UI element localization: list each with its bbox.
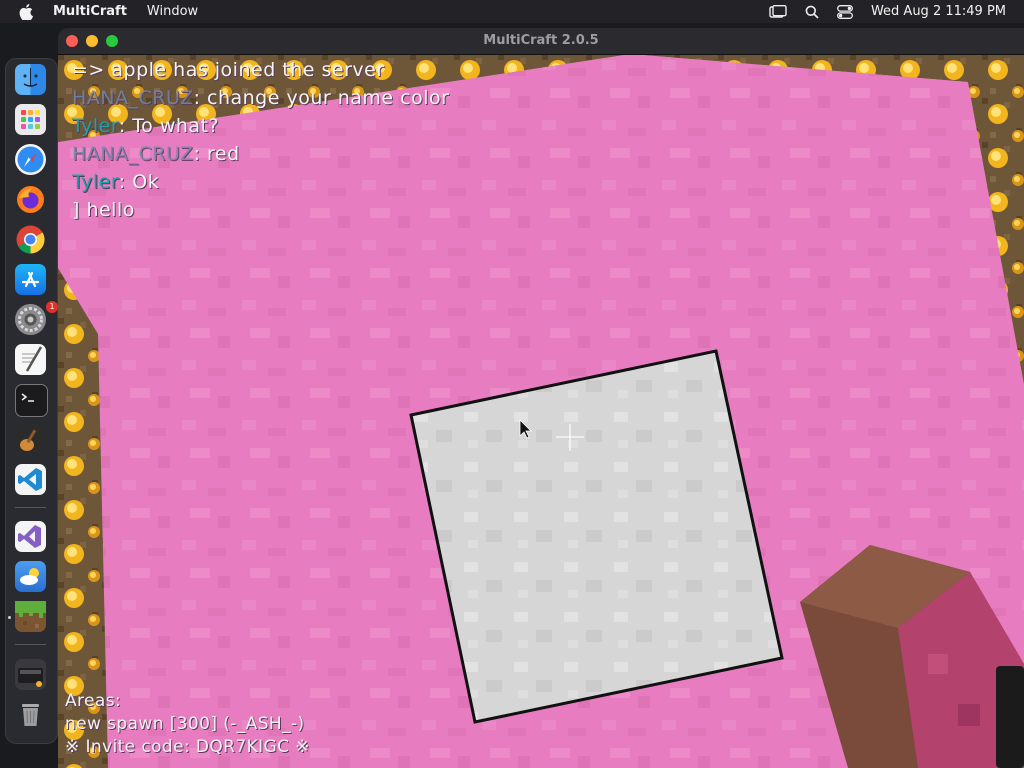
terminal-icon[interactable] bbox=[15, 384, 48, 417]
dock: 1 bbox=[5, 58, 58, 744]
areas-heading: Areas: bbox=[65, 691, 122, 711]
chat-line-text: => apple has joined the server bbox=[72, 59, 385, 81]
chat-line-text: : change your name color bbox=[193, 87, 450, 109]
visual-studio-icon[interactable] bbox=[15, 521, 46, 552]
chat-line: Tyler: To what? bbox=[72, 112, 449, 140]
app-store-icon[interactable] bbox=[15, 264, 46, 295]
chat-line-text: : red bbox=[193, 143, 240, 165]
spotlight-search-icon[interactable] bbox=[805, 5, 819, 19]
screen-mirroring-icon[interactable] bbox=[769, 4, 787, 19]
chat-line-text: ] hello bbox=[72, 199, 135, 221]
finder-icon[interactable] bbox=[15, 64, 46, 95]
chat-log: => apple has joined the server HANA_CRUZ… bbox=[72, 56, 449, 224]
launchpad-icon[interactable] bbox=[15, 104, 46, 135]
vscode-icon[interactable] bbox=[15, 464, 46, 495]
menu-clock[interactable]: Wed Aug 2 11:49 PM bbox=[871, 4, 1006, 19]
white-wool-block[interactable] bbox=[409, 349, 784, 724]
hotbar-edge bbox=[996, 666, 1024, 768]
multicraft-icon[interactable] bbox=[15, 601, 46, 632]
textedit-icon[interactable] bbox=[15, 344, 46, 375]
chat-player-name: HANA_CRUZ bbox=[72, 87, 194, 109]
chat-line-text: : Ok bbox=[118, 171, 160, 193]
menu-bar: MultiCraft Window Wed Aug 2 11:49 PM bbox=[0, 0, 1024, 23]
chat-line: ] hello bbox=[72, 196, 449, 224]
chrome-icon[interactable] bbox=[15, 224, 46, 255]
chat-line-text: : To what? bbox=[118, 115, 220, 137]
chat-player-name: Tyler bbox=[72, 115, 119, 137]
chat-player-name: HANA_CRUZ bbox=[72, 143, 194, 165]
apple-icon[interactable] bbox=[19, 3, 33, 20]
chat-line: => apple has joined the server bbox=[72, 56, 449, 84]
game-viewport[interactable]: => apple has joined the server HANA_CRUZ… bbox=[58, 54, 1024, 768]
invite-code: ※ Invite code: DQR7KIGC ※ bbox=[65, 737, 310, 757]
dock-separator bbox=[15, 644, 46, 645]
window-titlebar[interactable]: MultiCraft 2.0.5 bbox=[58, 28, 1024, 55]
window-title: MultiCraft 2.0.5 bbox=[483, 33, 599, 48]
system-settings-icon[interactable]: 1 bbox=[15, 301, 58, 335]
menu-app-name[interactable]: MultiCraft bbox=[53, 4, 127, 19]
menu-window[interactable]: Window bbox=[147, 4, 198, 19]
chat-line: Tyler: Ok bbox=[72, 168, 449, 196]
chat-line: HANA_CRUZ: change your name color bbox=[72, 84, 449, 112]
screenshot-icon[interactable] bbox=[15, 659, 46, 690]
chat-line: HANA_CRUZ: red bbox=[72, 140, 449, 168]
firefox-icon[interactable] bbox=[15, 184, 46, 215]
trash-icon[interactable] bbox=[15, 699, 46, 730]
weather-icon[interactable] bbox=[15, 561, 46, 592]
running-indicator bbox=[8, 616, 11, 619]
safari-icon[interactable] bbox=[15, 144, 46, 175]
areas-hud: Areas: new spawn [300] (-_ASH_-) ※ Invit… bbox=[65, 690, 310, 759]
notification-badge: 1 bbox=[46, 301, 58, 313]
area-entry: new spawn [300] (-_ASH_-) bbox=[65, 714, 305, 734]
control-center-icon[interactable] bbox=[837, 4, 853, 19]
garageband-icon[interactable] bbox=[15, 424, 46, 455]
chat-player-name: Tyler bbox=[72, 171, 119, 193]
multicraft-window[interactable]: MultiCraft 2.0.5 => apple has joined the… bbox=[58, 28, 1024, 768]
dock-separator bbox=[15, 507, 46, 508]
